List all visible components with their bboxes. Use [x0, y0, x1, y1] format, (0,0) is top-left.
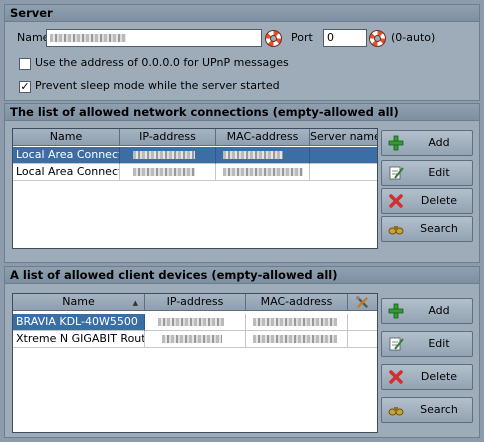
devices-add-button[interactable]: Add: [381, 298, 473, 324]
connections-header: Name IP-address MAC-address Server name: [13, 129, 377, 146]
red-x-icon: [389, 194, 403, 208]
row-mac-cell: [216, 164, 310, 181]
edit-label: Edit: [428, 337, 450, 350]
connections-edit-button[interactable]: Edit: [381, 160, 473, 186]
server-panel: Server Name Port 0 (0-auto) Use the addr…: [4, 4, 480, 101]
row-ip-cell: [120, 164, 216, 181]
redacted-name: [50, 34, 126, 42]
port-label: Port: [291, 31, 313, 44]
devices-title: A list of allowed client devices (empty-…: [5, 267, 479, 284]
row-extra-cell: [348, 331, 377, 348]
devices-edit-button[interactable]: Edit: [381, 331, 473, 357]
row-mac-cell: [216, 147, 310, 164]
add-label: Add: [428, 136, 450, 149]
prevent-sleep-checkbox[interactable]: ✓: [19, 81, 31, 93]
row-name-cell: Xtreme N GIGABIT Router: [13, 331, 145, 348]
redacted-ip: [162, 335, 222, 343]
col-server-name[interactable]: Server name: [310, 129, 377, 146]
binoculars-icon: [388, 407, 404, 416]
pencil-note-icon: [389, 166, 404, 180]
col-name-label: Name: [62, 295, 95, 308]
connections-add-button[interactable]: Add: [381, 130, 473, 156]
table-row[interactable]: Local Area Connectio: [13, 164, 377, 181]
connections-panel: The list of allowed network connections …: [4, 103, 480, 263]
redacted-ip: [133, 168, 195, 176]
redacted-mac: [253, 318, 337, 326]
row-name-cell: BRAVIA KDL-40W5500: [13, 314, 145, 331]
sort-arrow-icon: ▲: [132, 299, 138, 307]
search-label: Search: [420, 403, 458, 416]
redacted-mac: [223, 151, 283, 159]
delete-label: Delete: [420, 194, 458, 207]
table-row[interactable]: BRAVIA KDL-40W5500: [13, 314, 377, 331]
row-extra-cell: [348, 314, 377, 331]
devices-table[interactable]: Name ▲ IP-address MAC-address BRAVIA KDL…: [12, 293, 378, 433]
binoculars-icon: [388, 226, 404, 235]
pencil-note-icon: [389, 337, 404, 351]
delete-label: Delete: [420, 370, 458, 383]
server-name-field[interactable]: [46, 29, 262, 47]
red-x-icon: [389, 370, 403, 384]
devices-search-button[interactable]: Search: [381, 397, 473, 423]
devices-header: Name ▲ IP-address MAC-address: [13, 294, 377, 311]
redacted-ip: [133, 151, 195, 159]
table-row[interactable]: Xtreme N GIGABIT Router: [13, 331, 377, 348]
connections-search-button[interactable]: Search: [381, 216, 473, 242]
server-title: Server: [5, 5, 479, 22]
col-name[interactable]: Name: [13, 129, 120, 146]
row-ip-cell: [145, 314, 246, 331]
col-ip-address[interactable]: IP-address: [145, 294, 246, 311]
plus-icon: [388, 135, 404, 151]
edit-label: Edit: [428, 166, 450, 179]
name-default-lifebuoy-icon[interactable]: [265, 30, 282, 47]
redacted-mac: [223, 168, 303, 176]
row-mac-cell: [246, 314, 348, 331]
port-field[interactable]: 0: [323, 29, 367, 47]
upnp-label: Use the address of 0.0.0.0 for UPnP mess…: [35, 56, 289, 69]
connections-title: The list of allowed network connections …: [5, 104, 479, 121]
add-label: Add: [428, 304, 450, 317]
row-mac-cell: [246, 331, 348, 348]
port-default-lifebuoy-icon[interactable]: [369, 30, 386, 47]
connections-delete-button[interactable]: Delete: [381, 188, 473, 214]
port-hint: (0-auto): [391, 31, 436, 44]
table-row[interactable]: Local Area Connectio: [13, 147, 377, 164]
col-mac-address[interactable]: MAC-address: [246, 294, 348, 311]
tools-icon: [355, 295, 369, 309]
col-ip-address[interactable]: IP-address: [120, 129, 216, 146]
col-mac-address[interactable]: MAC-address: [216, 129, 310, 146]
upnp-checkbox[interactable]: [19, 58, 31, 70]
col-tools[interactable]: [348, 294, 377, 311]
search-label: Search: [420, 222, 458, 235]
plus-icon: [388, 303, 404, 319]
prevent-sleep-label: Prevent sleep mode while the server star…: [35, 79, 280, 92]
row-name-cell: Local Area Connectio: [13, 164, 120, 181]
row-server-cell: [310, 164, 377, 181]
row-name-cell: Local Area Connectio: [13, 147, 120, 164]
devices-delete-button[interactable]: Delete: [381, 364, 473, 390]
redacted-ip: [158, 318, 224, 326]
name-label: Name: [17, 31, 50, 44]
row-server-cell: [310, 147, 377, 164]
row-ip-cell: [145, 331, 246, 348]
devices-panel: A list of allowed client devices (empty-…: [4, 266, 480, 438]
redacted-mac: [253, 335, 337, 343]
row-ip-cell: [120, 147, 216, 164]
col-name[interactable]: Name ▲: [13, 294, 145, 311]
connections-table[interactable]: Name IP-address MAC-address Server name …: [12, 128, 378, 249]
